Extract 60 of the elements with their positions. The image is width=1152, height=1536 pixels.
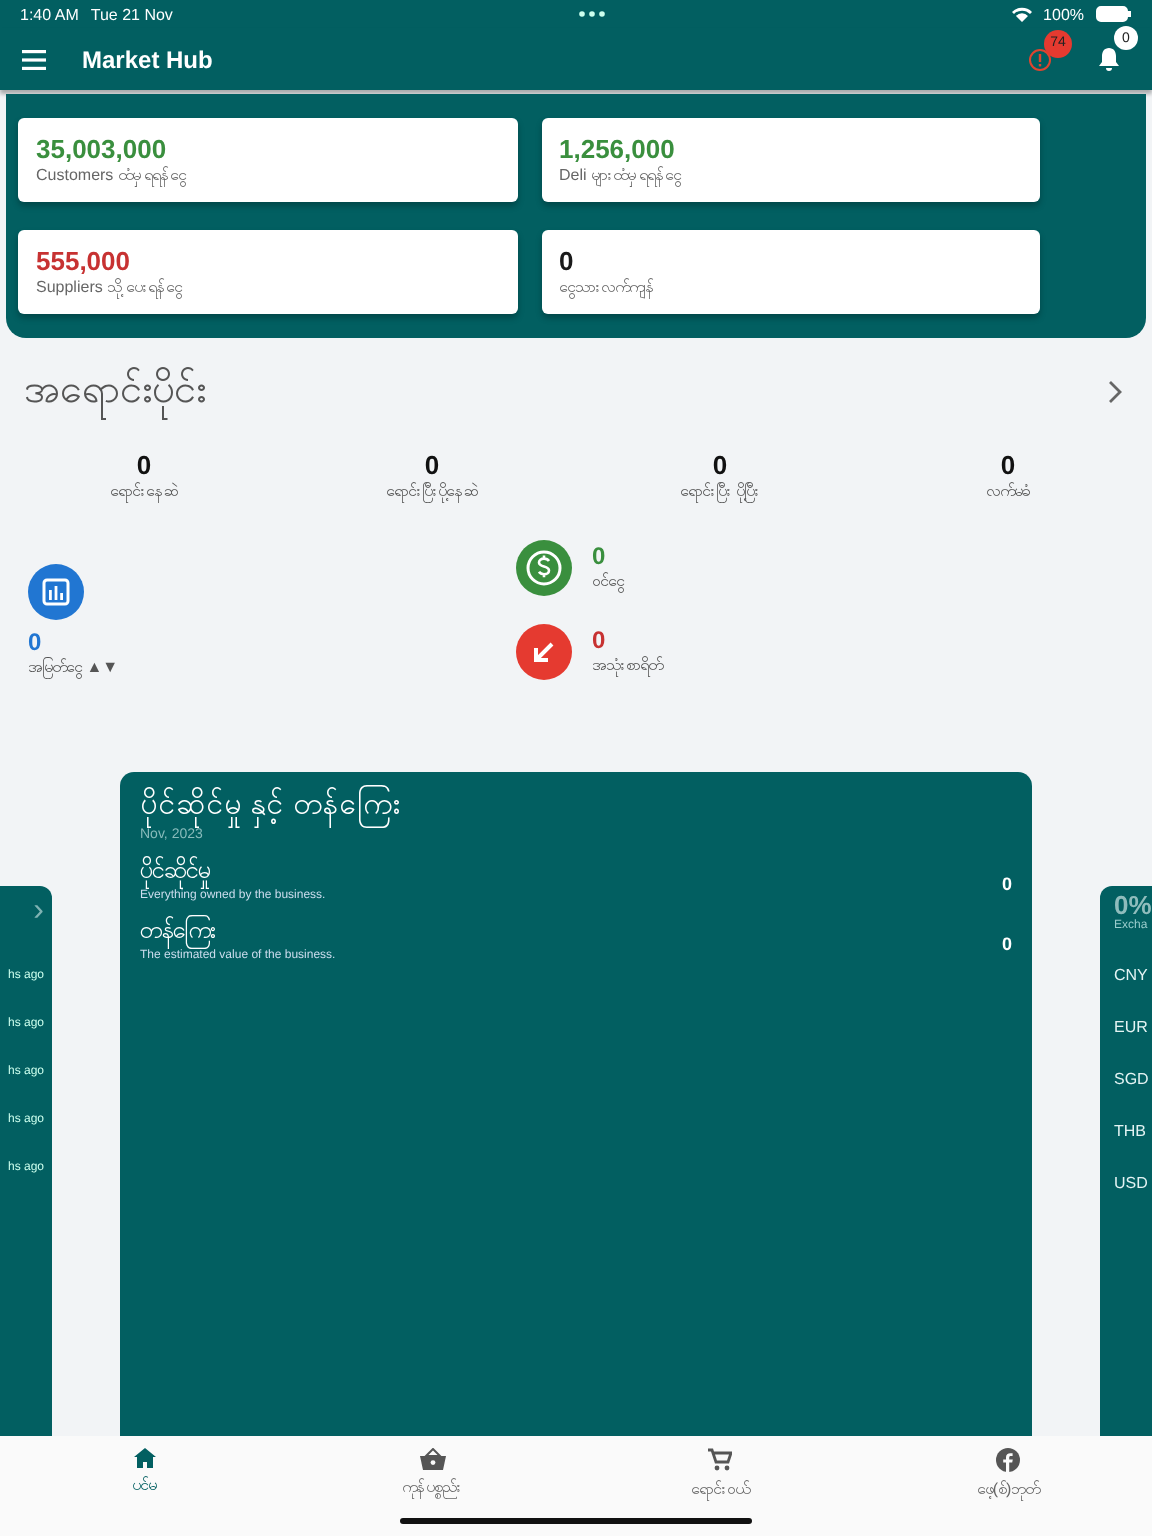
- stat-label: ရောင်းနေဆဲ: [110, 480, 178, 504]
- facebook-icon: [996, 1448, 1020, 1472]
- profit-label: အမြတ်ငွေ ▲▼: [28, 656, 119, 680]
- asset-name: ပိုင်ဆိုင်မှု: [140, 854, 1002, 890]
- exchange-percent: 0%: [1114, 890, 1152, 920]
- profit-value: 0: [28, 628, 42, 656]
- currency-code: EUR: [1114, 1018, 1150, 1036]
- asset-value: 0: [1001, 874, 1012, 894]
- multitask-dots-icon: [577, 10, 606, 18]
- chevron-text: ›: [33, 894, 44, 932]
- status-time: 1:40 AM: [20, 5, 79, 23]
- nav-tab[interactable]: ရောင်းဝယ်: [576, 1436, 864, 1536]
- nav-tab[interactable]: ပင်မ: [0, 1436, 288, 1536]
- card-label: ငွေသားလက်ကျန်: [559, 275, 657, 299]
- income-value: 0: [592, 542, 608, 570]
- status-date: Tue 21 Nov: [90, 5, 173, 23]
- chevron-right-icon[interactable]: [1108, 380, 1124, 404]
- stat-value: 0: [424, 450, 440, 480]
- wifi-icon: [1011, 6, 1032, 22]
- expense-label: အသုံးစာရိတ်: [592, 654, 662, 678]
- battery-percent: 100%: [1043, 5, 1085, 23]
- chart-icon: [28, 564, 84, 620]
- menu-icon[interactable]: [22, 49, 46, 69]
- card-amount: 0: [559, 245, 576, 275]
- summary-card[interactable]: 35,003,000 Customers ထံမှ ရရန်ငွေ: [18, 118, 517, 202]
- battery-icon: [1096, 6, 1133, 22]
- card-amount: 1,256,000: [559, 133, 677, 163]
- currency-code: CNY: [1114, 966, 1150, 984]
- card-label: Deli များထံမှ ရရန်ငွေ: [559, 163, 684, 187]
- summary-card[interactable]: 1,256,000 Deli များထံမှ ရရန်ငွေ: [541, 118, 1040, 202]
- dollar-icon: [516, 540, 572, 596]
- card-amount: 35,003,000: [36, 133, 169, 163]
- card-amount: 555,000: [36, 245, 132, 275]
- bell-icon[interactable]: [1096, 46, 1122, 72]
- currency-code: SGD: [1114, 1070, 1151, 1088]
- summary-card[interactable]: 0 ငွေသားလက်ကျန်: [541, 230, 1040, 314]
- stat-label: ရောင်းပြီး ပို့ပြီး: [679, 480, 761, 504]
- stat-label: လက်မခံ: [986, 480, 1030, 504]
- app-title: Market Hub: [82, 45, 213, 73]
- asset-name: တန်ကြေး: [140, 914, 1002, 950]
- section-title: အရောင်းပိုင်း: [24, 362, 206, 422]
- expense-value: 0: [592, 626, 608, 654]
- basket-icon: [419, 1448, 445, 1470]
- arrow-down-left-icon: [516, 624, 572, 680]
- summary-card[interactable]: 555,000 Suppliers သို့ ပေးရန်ငွေ: [18, 230, 517, 314]
- stat-label: ရောင်းပြီးပို့နေဆဲ: [386, 480, 478, 504]
- home-icon: [133, 1448, 155, 1468]
- cart-icon: [708, 1448, 732, 1472]
- currency-code: USD: [1114, 1174, 1150, 1192]
- nav-tab[interactable]: ဖေ့(စ်)ဘုတ်: [864, 1436, 1152, 1536]
- stat-value: 0: [136, 450, 152, 480]
- card-label: Suppliers သို့ ပေးရန်ငွေ: [36, 275, 184, 299]
- income-label: ဝင်ငွေ: [592, 570, 624, 594]
- currency-code: THB: [1114, 1122, 1148, 1140]
- nav-tab[interactable]: ကုန်ပစ္စည်း: [288, 1436, 576, 1536]
- stat-value: 0: [712, 450, 728, 480]
- stat-value: 0: [1000, 450, 1016, 480]
- asset-value: 0: [1001, 934, 1012, 954]
- card-title: ပိုင်ဆိုင်မှု နှင့် တန်ကြေး: [140, 784, 1012, 828]
- card-label: Customers ထံမှ ရရန်ငွေ: [36, 163, 189, 187]
